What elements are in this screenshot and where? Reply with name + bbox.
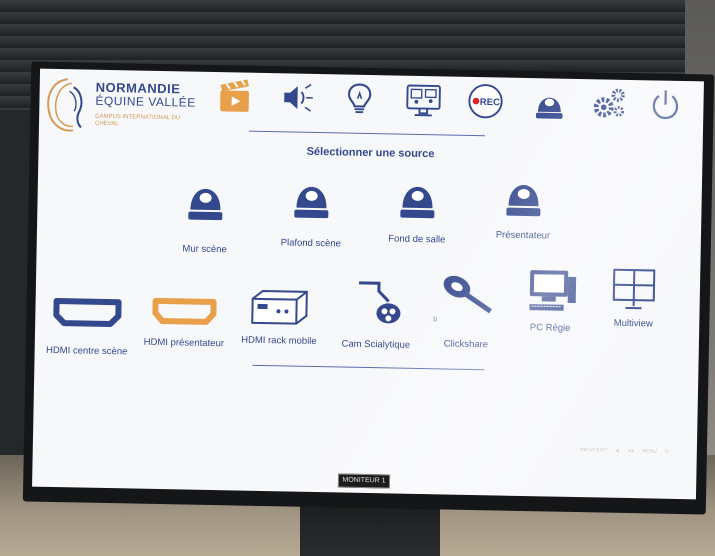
select-source-title: Sélectionner une source (306, 145, 435, 161)
source-label: HDMI présentateur (143, 336, 225, 350)
audio-icon[interactable] (275, 75, 320, 120)
visio-icon[interactable] (401, 78, 446, 123)
brand-tagline: CAMPUS INTERNATIONAL DU CHEVAL (94, 113, 181, 128)
clickshare-dongle-icon (443, 275, 492, 314)
video-icon[interactable] (213, 74, 258, 119)
monitor-button-volume[interactable]: ◂) (615, 448, 619, 454)
ptz-camera-icon (294, 186, 329, 219)
pc-icon (529, 270, 577, 311)
rec-label: REC (480, 97, 500, 108)
ptz-camera-icon (506, 184, 541, 217)
source-label: Fond de salle (388, 233, 446, 246)
source-clickshare[interactable]: Clickshare (419, 272, 514, 351)
ptz-camera-icon (400, 186, 435, 219)
source-multiview[interactable]: Multiview (589, 267, 678, 330)
source-hdmi-rack-mobile[interactable]: HDMI rack mobile (233, 286, 326, 347)
brand-subtitle: ÉQUINE VALLÉE (95, 93, 196, 110)
horse-logo-icon (47, 78, 83, 132)
source-label: Plafond scène (280, 237, 341, 250)
multiview-icon (612, 268, 656, 310)
source-label: HDMI centre scène (45, 344, 128, 358)
source-pc-regie[interactable]: PC Régie (505, 268, 596, 335)
rec-button[interactable]: REC (463, 79, 508, 124)
monitor-name-tag: MONITEUR 1 (337, 473, 391, 489)
source-camera-presentateur[interactable]: Présentateur (477, 171, 570, 242)
monitor-button-arrows[interactable]: ◂ ▸ (628, 448, 635, 454)
source-camera-fond-de-salle[interactable]: Fond de salle (371, 173, 464, 246)
header-divider (248, 130, 485, 137)
monitor-button-menu[interactable]: MENU (642, 448, 657, 454)
power-icon[interactable] (643, 82, 688, 127)
ptz-camera-icon (188, 188, 223, 221)
settings-icon[interactable] (587, 81, 632, 126)
camera-icon[interactable] (527, 80, 572, 125)
sources-divider (252, 364, 485, 371)
source-label: Multiview (613, 317, 653, 330)
monitor-button-power[interactable]: ⏻ (665, 449, 669, 455)
source-label: HDMI rack mobile (241, 334, 317, 348)
hdmi-port-icon (152, 297, 217, 325)
source-label: Présentateur (495, 229, 551, 242)
source-cam-scialytique[interactable]: Cam Scialytique (329, 278, 424, 351)
source-camera-plafond-scene[interactable]: Plafond scène (265, 173, 358, 250)
source-camera-mur-scene[interactable]: Mur scène (161, 175, 251, 256)
touch-screen: NORMANDIE ÉQUINE VALLÉE CAMPUS INTERNATI… (32, 68, 704, 500)
source-label: Cam Scialytique (341, 338, 411, 351)
light-icon[interactable] (337, 76, 382, 121)
clickshare-sub: b (433, 316, 438, 324)
rack-icon (251, 289, 308, 325)
source-hdmi-presentateur[interactable]: HDMI présentateur (141, 297, 228, 350)
source-label: Clickshare (443, 338, 489, 351)
hdmi-port-icon (53, 298, 122, 328)
source-hdmi-centre-scene[interactable]: HDMI centre scène (37, 297, 138, 358)
surgical-light-icon (358, 281, 401, 324)
monitor-button-input[interactable]: INPUT EXIT (580, 447, 608, 454)
source-label: Mur scène (182, 243, 227, 256)
source-label: PC Régie (529, 322, 571, 334)
